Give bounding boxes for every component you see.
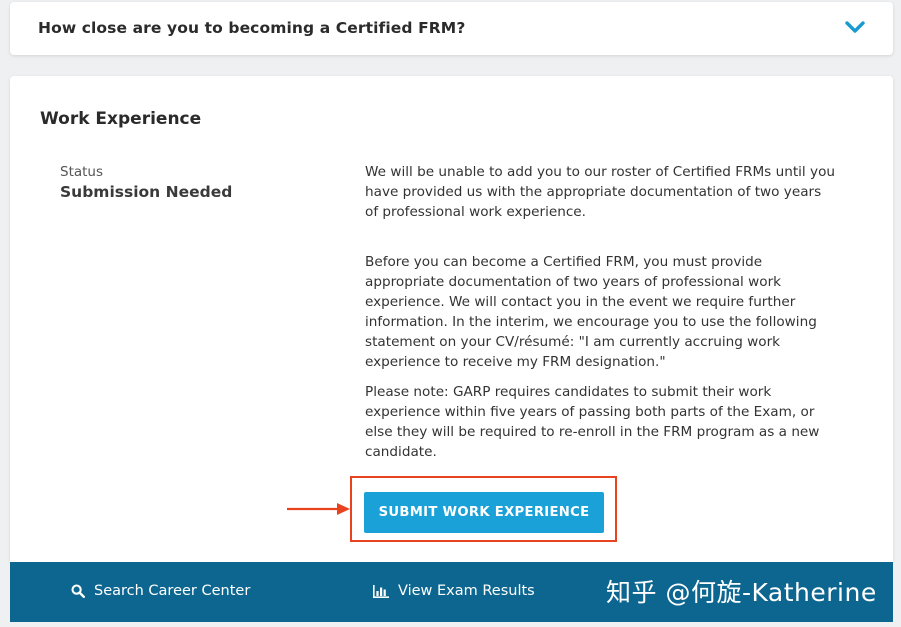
status-value: Submission Needed (60, 183, 233, 201)
info-paragraph-documentation: Before you can become a Certified FRM, y… (365, 254, 817, 370)
bar-chart-icon (373, 584, 389, 598)
accordion-title: How close are you to becoming a Certifie… (38, 19, 466, 37)
arrow-right-icon (287, 503, 350, 515)
view-exam-results-label: View Exam Results (398, 583, 535, 599)
info-paragraph-roster: We will be unable to add you to our rost… (365, 164, 835, 220)
chevron-down-icon[interactable] (845, 19, 865, 35)
info-paragraph-note: Please note: GARP requires candidates to… (365, 384, 820, 460)
view-exam-results-link[interactable]: View Exam Results (373, 583, 535, 599)
section-title: Work Experience (40, 109, 202, 129)
status-label: Status (60, 164, 104, 180)
work-experience-card: Work Experience Status Submission Needed… (10, 76, 893, 562)
search-icon (71, 584, 85, 598)
search-career-center-link[interactable]: Search Career Center (71, 583, 250, 599)
certification-progress-accordion[interactable]: How close are you to becoming a Certifie… (10, 2, 893, 55)
submit-work-experience-button[interactable]: SUBMIT WORK EXPERIENCE (364, 492, 604, 533)
search-career-center-label: Search Career Center (94, 583, 251, 599)
watermark-text: 知乎 @何旋-Katherine (606, 578, 877, 607)
footer-bar: Search Career Center View Exam Results 知… (10, 562, 893, 622)
